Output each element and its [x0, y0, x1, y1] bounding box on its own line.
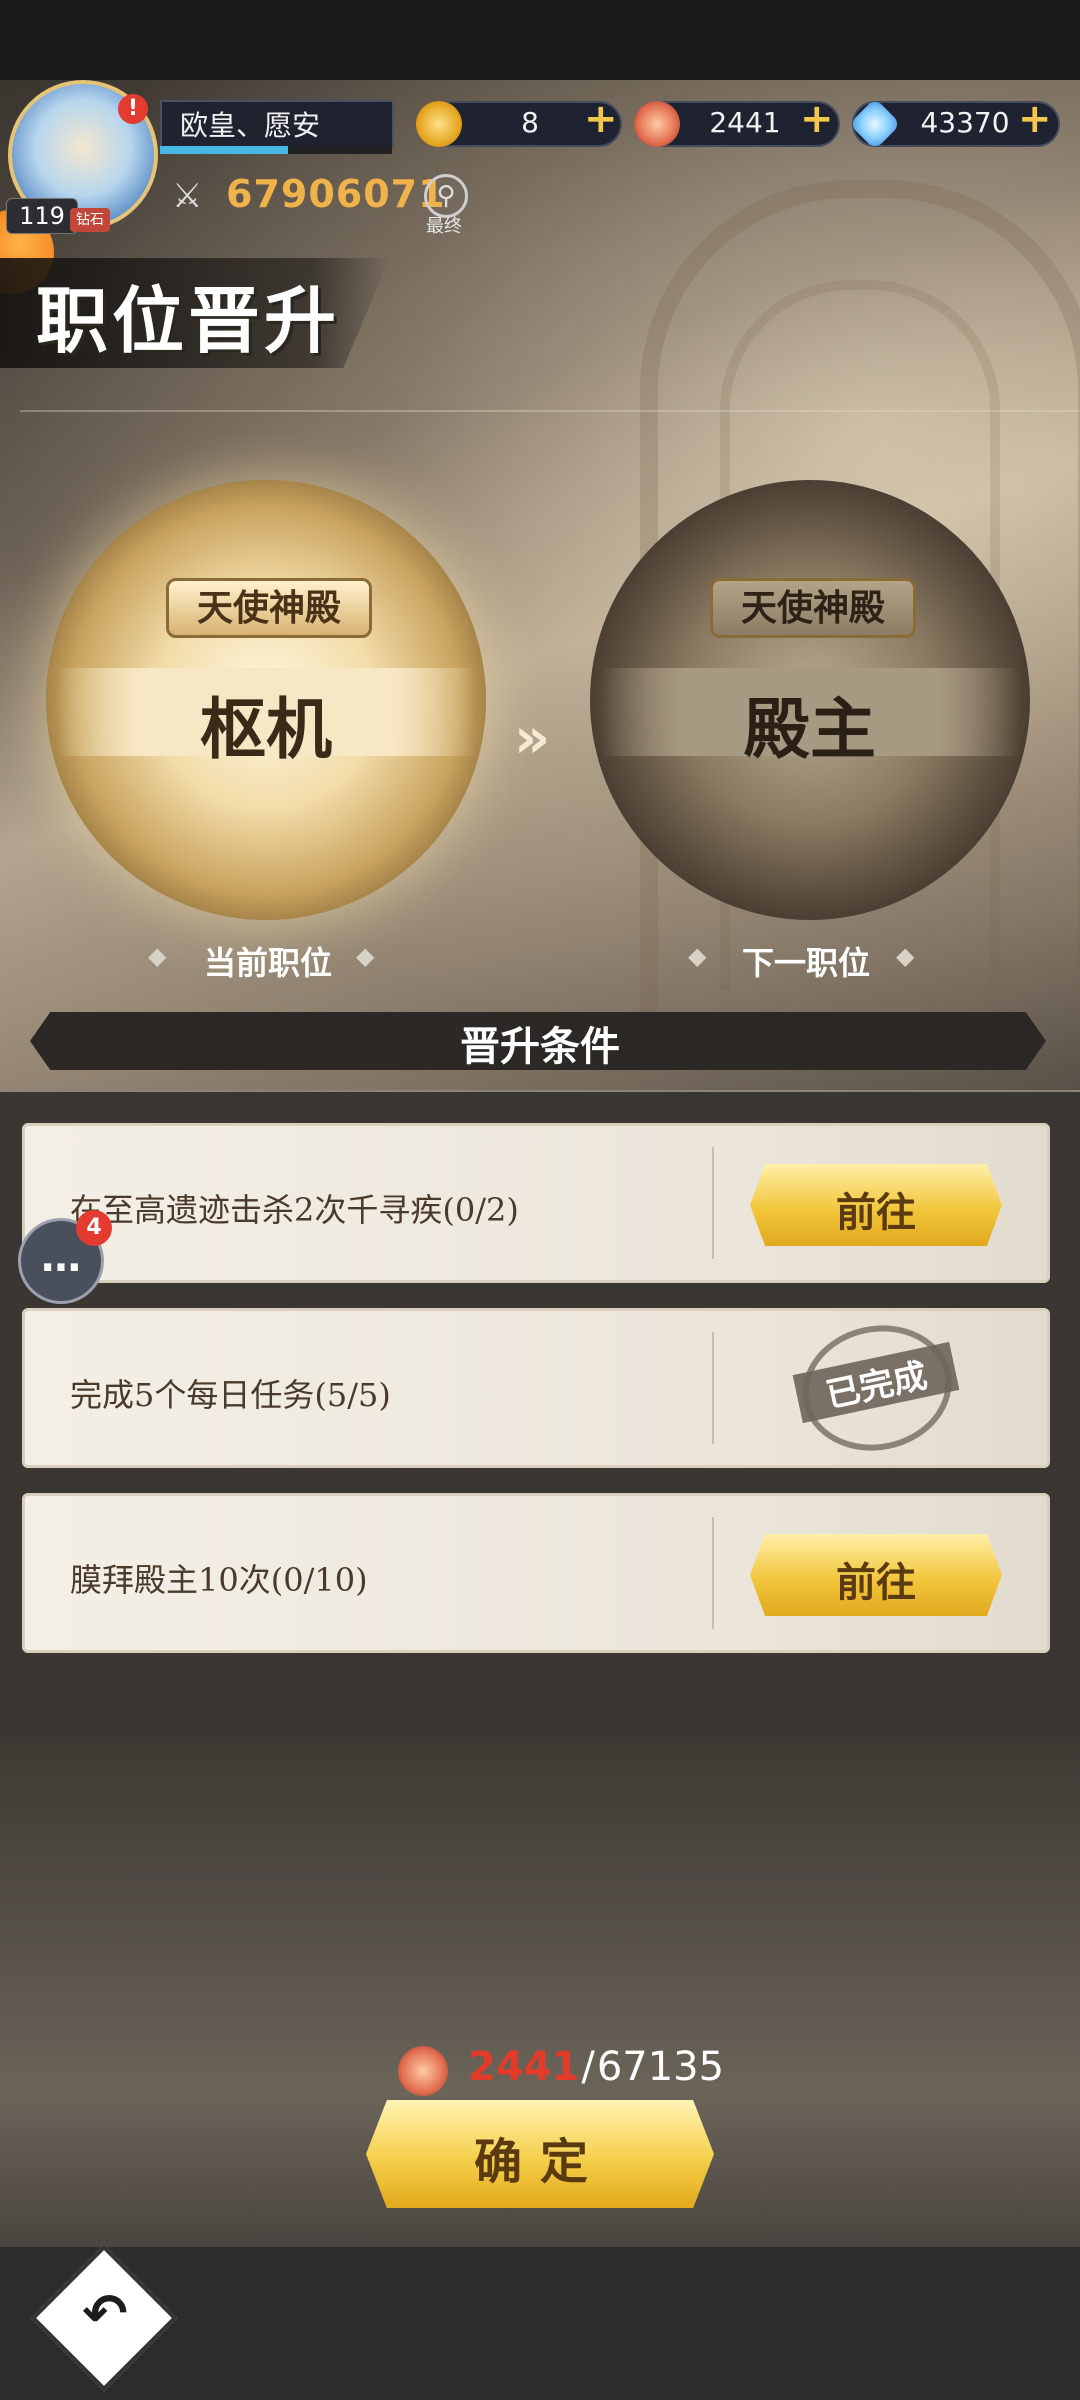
red-coin-icon [398, 2046, 448, 2096]
current-rank-name: 枢机 [200, 690, 332, 768]
confirm-button-label[interactable]: 确定 [366, 2122, 714, 2192]
condition-text: 完成5个每日任务(5/5) [70, 1376, 391, 1414]
next-rank-name: 殿主 [744, 690, 876, 768]
next-rank-caption: 下一职位 [742, 944, 871, 982]
cost-separator: / [581, 2044, 595, 2090]
diamond-ornament-icon: ◆ [688, 942, 707, 970]
resource-diamond-value: 43370 [920, 106, 1010, 139]
player-name: 欧皇、愿安 [180, 109, 321, 142]
double-chevron-right-icon: » [514, 706, 551, 771]
search-label: 最终 [426, 216, 462, 237]
condition-text: 膜拜殿主10次(0/10) [70, 1561, 368, 1599]
combat-power-value: 67906071 [226, 172, 446, 216]
card-divider [712, 1332, 714, 1444]
card-divider [712, 1517, 714, 1629]
current-rank-caption: 当前职位 [204, 944, 333, 982]
status-bar [0, 0, 1080, 80]
diamond-ornament-icon: ◆ [896, 942, 915, 970]
page-title: 职位晋升 [36, 278, 341, 363]
add-diamond-button[interactable]: + [1018, 96, 1052, 142]
cost-required: 67135 [596, 2044, 725, 2090]
red-coin-icon [634, 101, 680, 147]
next-hall-tag: 天使神殿 [710, 578, 916, 638]
resource-red-coin-value: 2441 [709, 106, 781, 139]
crossed-swords-icon: ⚔ [172, 176, 203, 216]
card-divider [712, 1147, 714, 1259]
avatar-tier-tag: 钻石 [70, 208, 110, 232]
gold-coin-icon [416, 101, 462, 147]
add-gold-button[interactable]: + [584, 96, 618, 142]
back-arrow-icon[interactable]: ↶ [70, 2282, 140, 2345]
diamond-ornament-icon: ◆ [356, 942, 375, 970]
add-red-coin-button[interactable]: + [800, 96, 834, 142]
go-button-label[interactable]: 前往 [750, 1180, 1002, 1238]
conditions-title: 晋升条件 [460, 1023, 620, 1070]
cost-owned: 2441 [468, 2044, 580, 2090]
avatar-alert-badge: ! [118, 94, 148, 124]
title-divider [20, 410, 1080, 412]
current-hall-tag: 天使神殿 [166, 578, 372, 638]
resource-gold-value: 8 [521, 106, 539, 139]
xp-bar-fill [160, 146, 288, 154]
player-level-badge: 119 [6, 198, 78, 234]
chat-unread-badge: 4 [76, 1210, 112, 1246]
diamond-ornament-icon: ◆ [148, 942, 167, 970]
go-button-label[interactable]: 前往 [750, 1550, 1002, 1608]
condition-text: 在至高遗迹击杀2次千寻疾(0/2) [70, 1191, 519, 1229]
